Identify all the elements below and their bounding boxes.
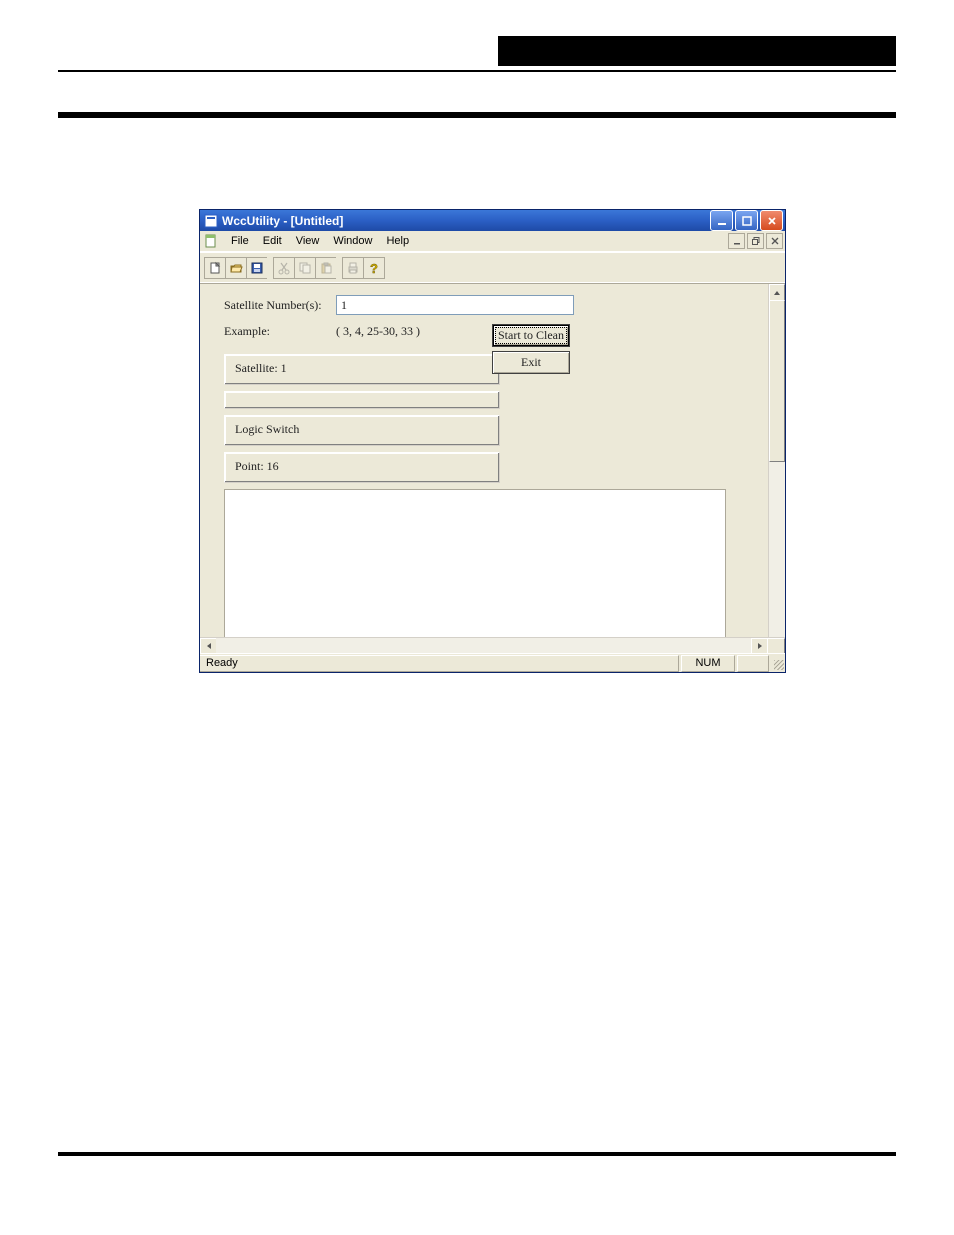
menu-help[interactable]: Help — [379, 233, 416, 249]
example-value: ( 3, 4, 25-30, 33 ) — [336, 324, 486, 339]
svg-text:?: ? — [370, 261, 378, 275]
mdi-minimize-button[interactable] — [728, 233, 745, 249]
toolbar-copy-button[interactable] — [294, 257, 315, 279]
menu-file[interactable]: File — [224, 233, 256, 249]
titlebar[interactable]: WccUtility - [Untitled] — [200, 210, 785, 231]
toolbar-cut-button[interactable] — [273, 257, 294, 279]
point-group: Point: 16 — [224, 452, 500, 483]
vertical-scrollbar[interactable] — [768, 284, 785, 661]
statusbar: Ready NUM — [200, 653, 785, 672]
minimize-button[interactable] — [710, 210, 733, 231]
header-black-box — [498, 36, 896, 66]
maximize-button[interactable] — [735, 210, 758, 231]
menu-window[interactable]: Window — [326, 233, 379, 249]
app-icon — [204, 214, 218, 228]
example-label: Example: — [224, 324, 336, 339]
window-title: WccUtility - [Untitled] — [222, 214, 708, 228]
hscroll-track[interactable] — [216, 638, 753, 654]
toolbar-open-button[interactable] — [225, 257, 246, 279]
form-panel: Satellite Number(s): 1 Example: ( 3, 4, … — [200, 284, 769, 661]
start-to-clean-button[interactable]: Start to Clean — [492, 324, 570, 347]
status-ready: Ready — [200, 655, 679, 672]
logic-switch-group: Logic Switch — [224, 415, 500, 446]
divider-top-thick — [58, 112, 896, 118]
app-window: WccUtility - [Untitled] File Edit View W… — [199, 209, 786, 673]
start-to-clean-label: Start to Clean — [498, 328, 564, 343]
mdi-restore-button[interactable] — [747, 233, 764, 249]
vscroll-thumb[interactable] — [769, 300, 785, 462]
toolbar-paste-button[interactable] — [315, 257, 336, 279]
satellite-number-label: Satellite Number(s): — [224, 298, 336, 313]
horizontal-scrollbar[interactable] — [200, 637, 785, 654]
client-area: Satellite Number(s): 1 Example: ( 3, 4, … — [200, 284, 785, 661]
vscroll-track[interactable] — [769, 300, 785, 645]
point-label: Point: 16 — [235, 459, 279, 473]
satellite-group: Satellite: 1 — [224, 354, 500, 385]
toolbar-new-button[interactable] — [204, 257, 225, 279]
satellite-group-label: Satellite: 1 — [235, 361, 287, 375]
exit-label: Exit — [521, 355, 541, 370]
menu-edit[interactable]: Edit — [256, 233, 289, 249]
logic-switch-label: Logic Switch — [235, 422, 299, 436]
exit-button[interactable]: Exit — [492, 351, 570, 374]
toolbar: ? — [200, 252, 785, 284]
mdi-close-button[interactable] — [766, 233, 783, 249]
satellite-number-input[interactable]: 1 — [336, 295, 574, 315]
status-num-text: NUM — [695, 657, 720, 669]
status-empty-cell — [737, 655, 769, 672]
scroll-corner-grip — [767, 638, 785, 654]
menubar: File Edit View Window Help — [200, 231, 785, 252]
divider-bottom — [58, 1152, 896, 1156]
status-ready-text: Ready — [206, 657, 238, 669]
toolbar-save-button[interactable] — [246, 257, 267, 279]
menu-view[interactable]: View — [289, 233, 327, 249]
toolbar-print-button[interactable] — [342, 257, 363, 279]
toolbar-help-button[interactable]: ? — [363, 257, 385, 279]
divider-top-thin — [58, 70, 896, 72]
close-button[interactable] — [760, 210, 783, 231]
mdi-doc-icon[interactable] — [204, 234, 218, 248]
status-num: NUM — [681, 655, 735, 672]
progress-group — [224, 391, 500, 409]
satellite-number-value: 1 — [341, 298, 347, 313]
resize-grip-icon[interactable] — [771, 656, 785, 671]
